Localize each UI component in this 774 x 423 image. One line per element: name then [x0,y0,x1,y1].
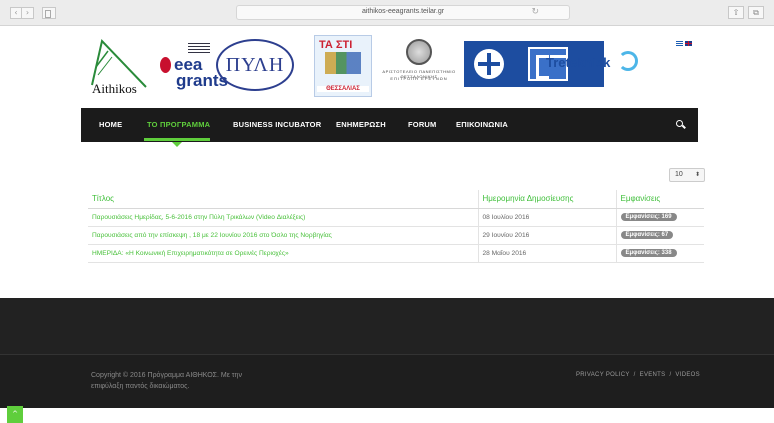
greek-flag-icon[interactable] [676,41,683,46]
table-header-row: Τίτλος Ημερομηνία Δημοσίευσης Εμφανίσεις [88,190,704,209]
article-title-link[interactable]: Παρουσιάσεις από την επίσκεψη , 18 με 22… [88,225,479,244]
url-text: aithikos-eeagrants.teilar.gr [361,8,445,15]
article-title-link[interactable]: ΗΜΕΡΙΔΑ: «Η Κοινωνική Επιχειρηματικότητα… [88,243,479,263]
share-icon[interactable]: ⇧ [728,6,744,19]
copyright-line-1: Copyright © 2016 Πρόγραμμα ΑΙΘΗΚΟΣ. Με τ… [91,372,242,379]
views-badge: Εμφανίσεις: 67 [620,231,674,239]
article-date: 08 Ιουλίου 2016 [478,207,617,226]
nav-item-home[interactable]: HOME [99,108,122,142]
footer-links: PRIVACY POLICY / EVENTS / VIDEOS [576,372,700,378]
article-title-link[interactable]: Παρουσιάσεις Ημερίδας, 5-6-2016 στην Πύλ… [88,207,479,226]
article-views-cell: Εμφανίσεις: 169 [616,207,704,226]
english-flag-icon[interactable] [685,41,692,46]
column-header-title[interactable]: Τίτλος [88,190,479,209]
reload-icon[interactable]: ↻ [531,7,539,17]
history-buttons: ‹ › [10,7,34,19]
select-arrows-icon: ⬍ [694,171,700,178]
footer-link-privacy[interactable]: PRIVACY POLICY [576,372,630,378]
address-bar[interactable]: aithikos-eeagrants.teilar.gr ↻ [236,5,570,20]
nav-item-contact[interactable]: ΕΠΙΚΟΙΝΩΝΙΑ [456,108,508,142]
footer-link-events[interactable]: EVENTS [640,372,666,378]
partner-logos: Aithikos eea grants ΠΥΛΗ ΤΑ ΣΤΙ ΘΕΣΣΑΛΙΑ… [86,33,696,105]
university-seal-icon [406,39,432,65]
search-icon[interactable] [676,120,686,130]
forward-icon[interactable]: › [22,7,34,19]
nav-item-forum[interactable]: FORUM [408,108,437,142]
views-badge: Εμφανίσεις: 169 [620,213,677,221]
nav-item-programme[interactable]: ΤΟ ΠΡΟΓΡΑΜΜΑ [147,108,210,142]
aithikos-wordmark: Aithikos [92,81,137,96]
browser-actions: ⇧ ⧉ [728,6,764,19]
column-header-views[interactable]: Εμφανίσεις [616,190,704,209]
pyli-logo[interactable]: ΠΥΛΗ [216,39,294,91]
language-switcher [676,41,692,46]
eea-mark-icon [160,57,171,73]
university-committee: ΕΠΙΤΡΟΠΗ ΕΡΕΥΝΩΝ [390,76,448,81]
eea-flag-text-icon [188,43,210,53]
article-views-cell: Εμφανίσεις: 338 [616,243,704,263]
nav-item-business-incubator[interactable]: BUSINESS INCUBATOR [233,108,321,142]
articles-table: Τίτλος Ημερομηνία Δημοσίευσης Εμφανίσεις… [88,190,704,263]
university-logo[interactable]: ΑΡΙΣΤΟΤΕΛΕΙΟ ΠΑΝΕΠΙΣΤΗΜΙΟ ΘΕΣΣΑΛΟΝΙΚΗΣ Ε… [382,39,456,95]
article-date: 28 Μαΐου 2016 [478,243,617,263]
sidebar-toggle-icon[interactable] [42,7,56,19]
page-bottom-strip [0,408,774,423]
footer-link-videos[interactable]: VIDEOS [675,372,699,378]
back-to-top-button[interactable]: ^ [7,406,23,423]
thessalia-top-text: ΤΑ ΣΤΙ [319,39,353,51]
thessalia-figure-icon [325,52,361,74]
views-badge: Εμφανίσεις: 338 [620,249,677,257]
footer-separator: / [633,372,636,378]
treteknisk-mark-icon [618,51,638,71]
active-nav-arrow-icon [172,142,182,147]
copyright-line-2: επιφύλαξη παντός δικαιώματος. [91,383,190,390]
thessalia-bottom-text: ΘΕΣΣΑΛΙΑΣ [317,86,369,92]
page-size-select[interactable]: 10 ⬍ [669,168,705,182]
pyli-wordmark: ΠΥΛΗ [225,54,285,76]
footer-widgets-area [0,298,774,354]
main-navigation: HOME ΤΟ ΠΡΟΓΡΑΜΜΑ BUSINESS INCUBATOR ΕΝΗ… [81,108,698,142]
active-nav-indicator [144,138,210,141]
nav-item-news[interactable]: ΕΝΗΜΕΡΩΣΗ [336,108,386,142]
article-views-cell: Εμφανίσεις: 67 [616,225,704,244]
table-row: Παρουσιάσεις Ημερίδας, 5-6-2016 στην Πύλ… [88,207,704,226]
table-row: Παρουσιάσεις από την επίσκεψη , 18 με 22… [88,225,704,244]
column-header-date[interactable]: Ημερομηνία Δημοσίευσης [478,190,617,209]
back-icon[interactable]: ‹ [10,7,22,19]
browser-toolbar: ‹ › aithikos-eeagrants.teilar.gr ↻ ⇧ ⧉ [0,0,774,26]
page-size-value: 10 [675,171,683,178]
thessalia-logo[interactable]: ΤΑ ΣΤΙ ΘΕΣΣΑΛΙΑΣ [314,35,372,97]
tabs-overview-icon[interactable]: ⧉ [748,6,764,19]
footer-separator: / [669,372,672,378]
table-row: ΗΜΕΡΙΔΑ: «Η Κοινωνική Επιχειρηματικότητα… [88,243,704,263]
article-date: 29 Ιουνίου 2016 [478,225,617,244]
treteknisk-logo[interactable]: Treteknisk [546,55,610,70]
footer-copyright: Copyright © 2016 Πρόγραμμα ΑΙΘΗΚΟΣ. Με τ… [91,370,291,392]
aithikos-logo[interactable]: Aithikos [88,37,150,99]
greek-cross-icon [474,49,504,79]
